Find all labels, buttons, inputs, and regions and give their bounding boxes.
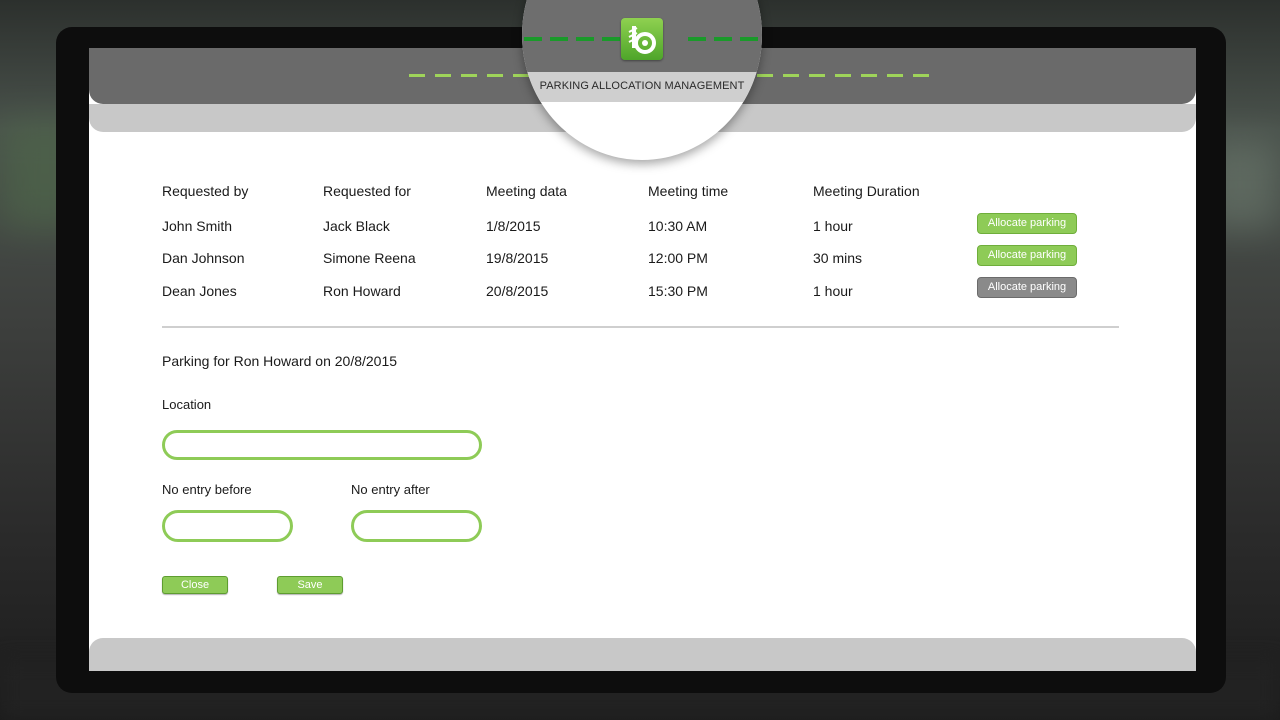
- cell-meeting-time: 10:30 AM: [648, 218, 708, 234]
- no-entry-after-label: No entry after: [351, 482, 430, 497]
- column-header-meeting-time: Meeting time: [648, 183, 729, 199]
- cell-requested-by: Dan Johnson: [162, 250, 245, 266]
- parking-logo-icon: [621, 18, 663, 60]
- divider: [162, 326, 1119, 328]
- column-header-meeting-duration: Meeting Duration: [813, 183, 920, 199]
- allocate-parking-button[interactable]: Allocate parking: [977, 213, 1077, 234]
- cell-requested-by: Dean Jones: [162, 283, 237, 299]
- footer-bar: [89, 638, 1196, 671]
- cell-meeting-duration: 1 hour: [813, 283, 853, 299]
- column-header-meeting-date: Meeting data: [486, 183, 567, 199]
- cell-requested-by: John Smith: [162, 218, 233, 234]
- app-title: PARKING ALLOCATION MANAGEMENT: [539, 80, 745, 92]
- cell-meeting-date: 19/8/2015: [486, 250, 549, 266]
- cell-requested-for: Jack Black: [323, 218, 390, 234]
- no-entry-after-input[interactable]: [351, 510, 482, 542]
- column-header-requested-for: Requested for: [323, 183, 411, 199]
- cell-meeting-date: 20/8/2015: [486, 283, 549, 299]
- no-entry-before-label: No entry before: [162, 482, 252, 497]
- header-dashes-right: [757, 74, 929, 77]
- magnifier-dashes-right: [688, 37, 762, 41]
- cell-meeting-time: 15:30 PM: [648, 283, 708, 299]
- column-header-requested-by: Requested by: [162, 183, 249, 199]
- location-input[interactable]: [162, 430, 482, 460]
- cell-meeting-time: 12:00 PM: [648, 250, 708, 266]
- cell-meeting-duration: 1 hour: [813, 218, 853, 234]
- location-label: Location: [162, 397, 212, 412]
- save-button[interactable]: Save: [277, 576, 343, 594]
- no-entry-before-input[interactable]: [162, 510, 293, 542]
- close-button[interactable]: Close: [162, 576, 228, 594]
- cell-requested-for: Simone Reena: [323, 250, 416, 266]
- allocate-parking-button[interactable]: Allocate parking: [977, 245, 1077, 266]
- cell-meeting-duration: 30 mins: [813, 250, 863, 266]
- form-title: Parking for Ron Howard on 20/8/2015: [162, 353, 398, 369]
- cell-requested-for: Ron Howard: [323, 283, 401, 299]
- cell-meeting-date: 1/8/2015: [486, 218, 541, 234]
- allocate-parking-button-selected[interactable]: Allocate parking: [977, 277, 1077, 298]
- magnifier-dashes-left: [524, 37, 620, 41]
